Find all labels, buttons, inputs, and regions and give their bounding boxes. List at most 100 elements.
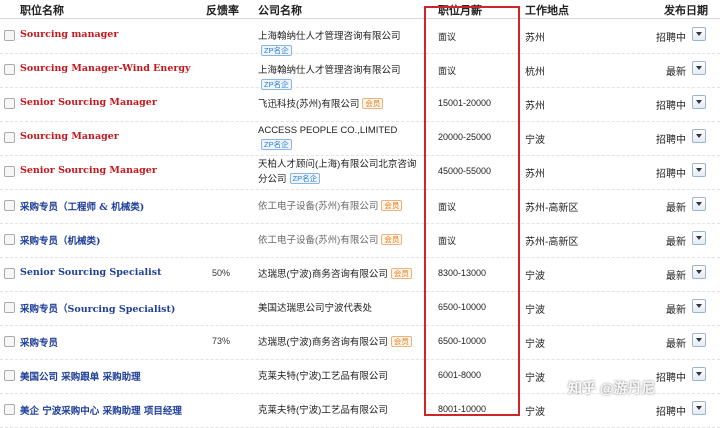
job-title-link[interactable]: Senior Sourcing Specialist <box>20 267 161 278</box>
salary-value: 8001-10000 <box>438 404 487 414</box>
company-name-text[interactable]: 克莱夫特(宁波)工艺品有限公司 <box>258 405 388 416</box>
company-name-text[interactable]: 飞迅科技(苏州)有限公司 <box>258 99 359 110</box>
job-title-link[interactable]: 采购专员（工程师 & 机械类) <box>20 199 144 213</box>
row-checkbox[interactable] <box>4 336 15 347</box>
chevron-down-icon[interactable] <box>692 367 706 381</box>
table-row: Sourcing Manager ACCESS PEOPLE CO.,LIMITE… <box>0 121 720 156</box>
post-status: 招聘中 <box>656 33 686 44</box>
company-name-link[interactable]: 达瑞思(宁波)商务咨询有限公司 会员 <box>258 335 423 350</box>
company-name-text[interactable]: 美国达瑞思公司宁波代表处 <box>258 303 372 314</box>
job-title-link[interactable]: 美国公司 采购跟单 采购助理 <box>20 369 141 383</box>
job-title-link[interactable]: Senior Sourcing Manager <box>20 97 157 108</box>
header-company: 公司名称 <box>258 5 302 17</box>
work-location: 宁波 <box>525 135 545 146</box>
salary-value: 15001-20000 <box>438 98 492 108</box>
job-title-link[interactable]: 美企 宁波采购中心 采购助理 项目经理 <box>20 403 182 417</box>
watermark: 知乎 @游丹尼 <box>568 380 656 396</box>
company-name-link[interactable]: 依工电子设备(苏州)有限公司 会员 <box>258 199 423 214</box>
work-location: 苏州 <box>525 101 545 112</box>
table-row: Senior Sourcing Manager 天柏人才顾问(上海)有限公司北京咨… <box>0 155 720 190</box>
company-badge: ZP名企 <box>261 139 292 150</box>
job-title-link[interactable]: 采购专员 <box>20 335 58 349</box>
row-checkbox[interactable] <box>4 268 15 279</box>
table-row: 采购专员 73% 达瑞思(宁波)商务咨询有限公司 会员 6500-10000 宁波 最新 <box>0 325 720 360</box>
post-status: 最新 <box>666 271 686 282</box>
work-location: 宁波 <box>525 305 545 316</box>
table-row: Sourcing manager 上海翰纳仕人才管理咨询有限公司ZP名企 面议 苏州招… <box>0 19 720 56</box>
job-title-link[interactable]: 采购专员（机械类) <box>20 233 101 247</box>
company-name-text[interactable]: 达瑞思(宁波)商务咨询有限公司 <box>258 337 388 348</box>
post-status: 招聘中 <box>656 407 686 418</box>
work-location: 苏州 <box>525 33 545 44</box>
chevron-down-icon[interactable] <box>692 333 706 347</box>
table-row: Senior Sourcing Manager 飞迅科技(苏州)有限公司 会员 150… <box>0 87 720 122</box>
company-badge: 会员 <box>390 268 412 279</box>
row-checkbox[interactable] <box>4 404 15 415</box>
row-checkbox[interactable] <box>4 98 15 109</box>
post-status: 最新 <box>666 305 686 316</box>
job-title-link[interactable]: Sourcing Manager <box>20 131 119 142</box>
row-checkbox[interactable] <box>4 166 15 177</box>
chevron-down-icon[interactable] <box>692 129 706 143</box>
table-row: 采购专员（Sourcing Specialist) 美国达瑞思公司宁波代表处 650… <box>0 291 720 326</box>
company-name-text[interactable]: 天柏人才顾问(上海)有限公司北京咨询分公司 <box>258 159 416 185</box>
chevron-down-icon[interactable] <box>692 95 706 109</box>
row-checkbox[interactable] <box>4 132 15 143</box>
salary-value: 面议 <box>438 202 457 212</box>
company-name-text[interactable]: 达瑞思(宁波)商务咨询有限公司 <box>258 269 388 280</box>
post-status: 招聘中 <box>656 135 686 146</box>
chevron-down-icon[interactable] <box>692 401 706 415</box>
chevron-down-icon[interactable] <box>692 27 706 41</box>
company-name-text[interactable]: 上海翰纳仕人才管理咨询有限公司 <box>258 31 401 42</box>
company-name-text[interactable]: 克莱夫特(宁波)工艺品有限公司 <box>258 371 388 382</box>
chevron-down-icon[interactable] <box>692 231 706 245</box>
chevron-down-icon[interactable] <box>692 61 706 75</box>
header-title: 职位名称 <box>20 5 64 17</box>
post-status: 最新 <box>666 203 686 214</box>
row-checkbox[interactable] <box>4 200 15 211</box>
company-name-text[interactable]: ACCESS PEOPLE CO.,LIMITED <box>258 125 397 136</box>
row-checkbox[interactable] <box>4 30 15 41</box>
header-location: 工作地点 <box>525 5 569 17</box>
row-checkbox[interactable] <box>4 370 15 381</box>
feedback-rate: 50% <box>211 268 230 278</box>
header-date: 发布日期 <box>664 5 708 17</box>
work-location: 苏州-高新区 <box>525 203 579 214</box>
chevron-down-icon[interactable] <box>692 197 706 211</box>
row-checkbox[interactable] <box>4 234 15 245</box>
company-name-link[interactable]: 美国达瑞思公司宁波代表处 <box>258 301 423 316</box>
post-status: 最新 <box>666 67 686 78</box>
job-title-link[interactable]: 采购专员（Sourcing Specialist) <box>20 301 175 315</box>
post-status: 招聘中 <box>656 169 686 180</box>
row-checkbox[interactable] <box>4 64 15 75</box>
company-name-link[interactable]: 依工电子设备(苏州)有限公司 会员 <box>258 233 423 248</box>
chevron-down-icon[interactable] <box>692 265 706 279</box>
company-name-link[interactable]: 天柏人才顾问(上海)有限公司北京咨询分公司 ZP名企 <box>258 157 423 187</box>
company-name-text[interactable]: 依工电子设备(苏州)有限公司 <box>258 201 378 212</box>
work-location: 宁波 <box>525 407 545 418</box>
work-location: 宁波 <box>525 373 545 384</box>
job-title-link[interactable]: Senior Sourcing Manager <box>20 165 157 176</box>
job-title-link[interactable]: Sourcing Manager-Wind Energy <box>20 63 191 74</box>
salary-value: 45000-55000 <box>438 166 492 176</box>
table-header: 职位名称 公司名称 反馈率 职位月薪 工作地点 发布日期 <box>0 0 720 19</box>
table-row: 采购专员（工程师 & 机械类) 依工电子设备(苏州)有限公司 会员 面议 苏州-高新区 最… <box>0 189 720 224</box>
chevron-down-icon[interactable] <box>692 299 706 313</box>
post-status: 最新 <box>666 237 686 248</box>
company-name-link[interactable]: ACCESS PEOPLE CO.,LIMITED ZP名企 <box>258 123 423 153</box>
chevron-down-icon[interactable] <box>692 163 706 177</box>
row-checkbox[interactable] <box>4 302 15 313</box>
company-badge: 会员 <box>381 200 403 211</box>
company-name-text[interactable]: 上海翰纳仕人才管理咨询有限公司 <box>258 65 401 76</box>
company-name-link[interactable]: 克莱夫特(宁波)工艺品有限公司 <box>258 403 423 418</box>
company-name-link[interactable]: 飞迅科技(苏州)有限公司 会员 <box>258 97 423 112</box>
work-location: 宁波 <box>525 339 545 350</box>
company-name-link[interactable]: 达瑞思(宁波)商务咨询有限公司 会员 <box>258 267 423 282</box>
company-badge: ZP名企 <box>289 173 321 184</box>
company-name-link[interactable]: 克莱夫特(宁波)工艺品有限公司 <box>258 369 423 384</box>
table-row: 采购专员（机械类) 依工电子设备(苏州)有限公司 会员 面议 苏州-高新区 最新 <box>0 223 720 258</box>
post-status: 招聘中 <box>656 101 686 112</box>
salary-value: 6001-8000 <box>438 370 482 380</box>
company-name-text[interactable]: 依工电子设备(苏州)有限公司 <box>258 235 378 246</box>
job-title-link[interactable]: Sourcing manager <box>20 29 118 40</box>
